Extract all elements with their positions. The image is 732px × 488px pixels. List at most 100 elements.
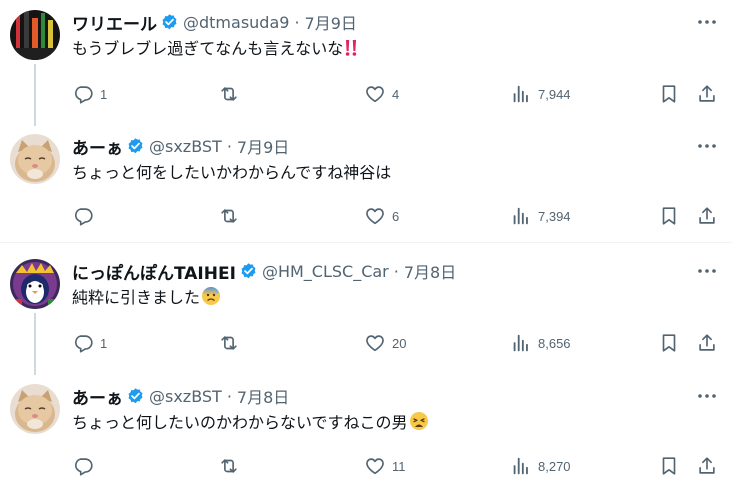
views-button[interactable]: 7,944: [510, 82, 571, 106]
retweet-icon: [221, 87, 237, 101]
reply-button[interactable]: 1: [72, 82, 107, 106]
bookmark-button[interactable]: [658, 82, 680, 106]
avatar[interactable]: [10, 134, 60, 184]
tweet-text: 純粋に引きました: [72, 286, 221, 313]
action-bar: 1 20 8,656: [72, 331, 722, 355]
retweet-icon: [221, 209, 237, 223]
reply-button[interactable]: [72, 204, 100, 228]
tweet-text: ちょっと何をしたいかわからんですね神谷は: [72, 161, 391, 185]
view-count: 8,270: [538, 458, 571, 474]
display-name[interactable]: あーぁ: [72, 134, 123, 159]
tweet-body: 純粋に引きました: [72, 288, 201, 307]
avatar[interactable]: [10, 259, 60, 309]
more-options-icon[interactable]: [696, 261, 718, 281]
weary-face-icon: [409, 411, 429, 438]
analytics-icon: [513, 85, 528, 103]
timestamp[interactable]: 7月8日: [404, 259, 456, 283]
more-options-icon[interactable]: [696, 386, 718, 406]
timestamp[interactable]: 7月9日: [237, 134, 289, 158]
more-options-icon[interactable]: [696, 12, 718, 32]
display-name[interactable]: にっぽんぽんTAIHEI: [72, 259, 236, 284]
reply-icon: [74, 208, 93, 226]
bookmark-icon: [662, 85, 676, 103]
action-bar: 11 8,270: [72, 454, 722, 478]
verified-badge-icon: [126, 387, 145, 406]
separator-dot: ·: [226, 386, 232, 406]
tweet-body: ちょっと何をしたいかわからんですね神谷は: [72, 163, 392, 182]
double-exclamation-icon: [344, 39, 358, 64]
username[interactable]: @sxzBST: [149, 387, 222, 406]
avatar[interactable]: [10, 10, 60, 60]
separator-dot: ·: [294, 12, 300, 32]
like-count: 4: [392, 86, 400, 102]
retweet-icon: [221, 459, 237, 473]
share-icon: [699, 85, 715, 102]
views-button[interactable]: 8,270: [510, 454, 571, 478]
bookmark-button[interactable]: [658, 454, 680, 478]
reply-count: 1: [100, 335, 108, 351]
views-button[interactable]: 8,656: [510, 331, 571, 355]
username[interactable]: @dtmasuda9: [183, 13, 289, 32]
avatar[interactable]: [10, 384, 60, 434]
separator-dot: ·: [393, 261, 399, 281]
like-button[interactable]: 6: [364, 204, 399, 228]
analytics-icon: [513, 457, 528, 475]
share-icon: [699, 207, 715, 224]
verified-badge-icon: [239, 262, 258, 281]
separator-dot: ·: [226, 136, 232, 156]
bookmark-button[interactable]: [658, 204, 680, 228]
tweet-body: ちょっと何したいのかわからないですねこの男: [72, 413, 408, 432]
reply-icon: [74, 335, 93, 353]
thread-line: [34, 64, 36, 126]
action-bar: 6 7,394: [72, 204, 722, 228]
share-icon: [699, 334, 715, 351]
share-button[interactable]: [696, 454, 718, 478]
action-bar: 1 4 7,944: [72, 82, 722, 106]
analytics-icon: [513, 207, 528, 225]
retweet-button[interactable]: [218, 204, 246, 228]
tweet-header: あーぁ @sxzBST · 7月8日: [72, 384, 289, 409]
verified-badge-icon: [126, 137, 145, 156]
share-button[interactable]: [696, 204, 718, 228]
reply-button[interactable]: [72, 454, 100, 478]
timestamp[interactable]: 7月9日: [305, 10, 357, 34]
share-button[interactable]: [696, 331, 718, 355]
more-options-icon[interactable]: [696, 136, 718, 156]
tweet-body: もうブレブレ過ぎてなんも言えないな: [72, 39, 344, 58]
like-button[interactable]: 20: [364, 331, 406, 355]
timestamp[interactable]: 7月8日: [237, 384, 289, 408]
bookmark-button[interactable]: [658, 331, 680, 355]
views-button[interactable]: 7,394: [510, 204, 571, 228]
like-button[interactable]: 11: [364, 454, 406, 478]
heart-icon: [366, 335, 384, 352]
like-count: 11: [392, 458, 406, 474]
retweet-icon: [221, 336, 237, 350]
conversation-divider: [0, 242, 732, 243]
tweet-header: にっぽんぽんTAIHEI @HM_CLSC_Car · 7月8日: [72, 259, 456, 284]
retweet-button[interactable]: [218, 82, 246, 106]
tweet-header: ワリエール @dtmasuda9 · 7月9日: [72, 10, 357, 35]
display-name[interactable]: ワリエール: [72, 10, 157, 35]
username[interactable]: @sxzBST: [149, 137, 222, 156]
bookmark-icon: [662, 207, 676, 225]
tweet-header: あーぁ @sxzBST · 7月9日: [72, 134, 289, 159]
retweet-button[interactable]: [218, 454, 246, 478]
analytics-icon: [513, 334, 528, 352]
username[interactable]: @HM_CLSC_Car: [262, 262, 389, 281]
reply-icon: [74, 86, 93, 104]
heart-icon: [366, 458, 384, 475]
like-button[interactable]: 4: [364, 82, 399, 106]
tweet-text: ちょっと何したいのかわからないですねこの男: [72, 411, 429, 438]
thread-line: [34, 313, 36, 375]
retweet-button[interactable]: [218, 331, 246, 355]
display-name[interactable]: あーぁ: [72, 384, 123, 409]
bookmark-icon: [662, 457, 676, 475]
heart-icon: [366, 86, 384, 103]
anxious-face-with-sweat-icon: [201, 286, 221, 313]
like-count: 6: [392, 208, 400, 224]
heart-icon: [366, 208, 384, 225]
reply-count: 1: [100, 86, 108, 102]
share-button[interactable]: [696, 82, 718, 106]
reply-icon: [74, 458, 93, 476]
reply-button[interactable]: 1: [72, 331, 107, 355]
